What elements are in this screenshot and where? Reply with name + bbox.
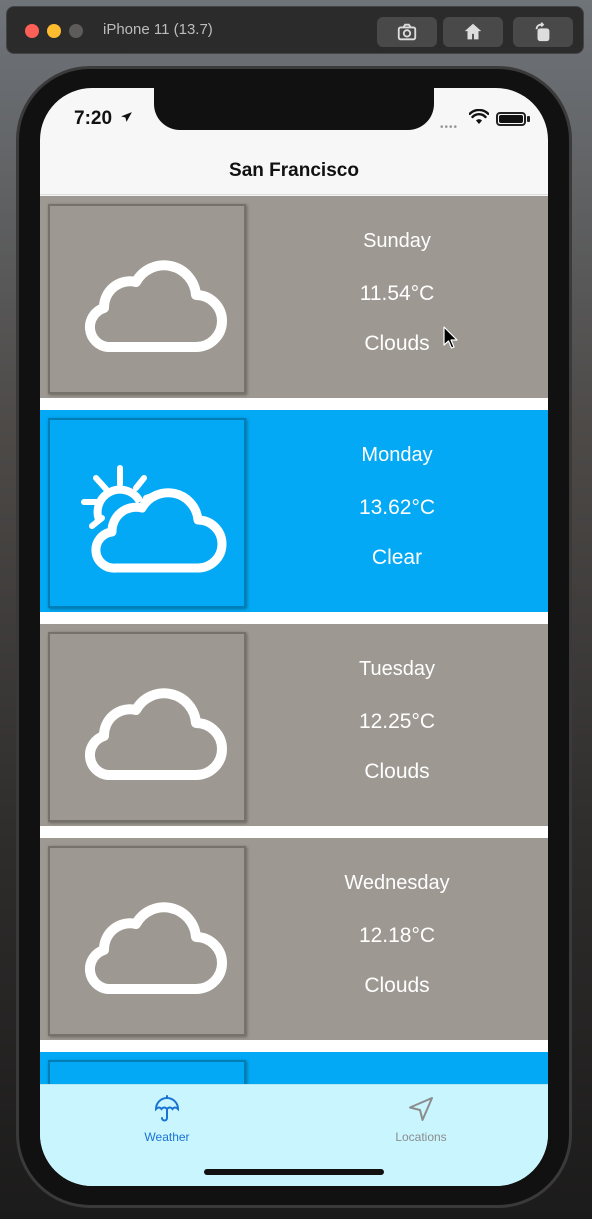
screenshot-button[interactable] [377, 17, 437, 47]
forecast-row-tuesday[interactable]: Tuesday 12.25°C Clouds [40, 624, 548, 826]
location-arrow-icon [409, 1097, 433, 1121]
notch [154, 88, 434, 130]
nav-divider [40, 194, 548, 195]
rotate-icon [535, 22, 550, 42]
cellular-signal-icon: •••• [440, 122, 459, 133]
forecast-day: Tuesday [359, 658, 435, 680]
zoom-window-button[interactable] [69, 24, 83, 38]
tab-locations-label: Locations [395, 1130, 447, 1144]
app-screen: 7:20 •••• San Francisco Sunday 11.54°C C… [40, 88, 548, 1186]
mouse-cursor-icon [443, 326, 458, 349]
forecast-row-monday[interactable]: Monday 13.62°C Clear [40, 410, 548, 612]
home-button[interactable] [443, 17, 503, 47]
forecast-temperature: 11.54°C [359, 282, 435, 305]
forecast-list[interactable]: Sunday 11.54°C Clouds Monday 13.62°C Cle… [40, 196, 548, 1084]
simulator-title-bar: iPhone 11 (13.7) [6, 6, 584, 54]
tab-weather[interactable]: Weather [112, 1095, 222, 1144]
weather-thumbnail [48, 418, 246, 608]
forecast-temperature: 12.18°C [358, 924, 436, 947]
cloud-icon [84, 688, 227, 780]
cloud-icon [84, 260, 227, 352]
battery-icon [496, 112, 526, 126]
weather-thumbnail [48, 632, 246, 822]
forecast-condition: Clear [371, 546, 423, 569]
wifi-icon [469, 109, 489, 124]
forecast-day: Monday [361, 444, 433, 466]
forecast-day: Wednesday [344, 872, 450, 894]
forecast-row-partial[interactable] [40, 1052, 548, 1084]
forecast-temperature: 12.25°C [358, 710, 436, 733]
forecast-condition: Clouds [364, 760, 430, 783]
minimize-window-button[interactable] [47, 24, 61, 38]
umbrella-icon [154, 1095, 180, 1122]
home-icon [464, 23, 482, 40]
sun-cloud-icon [81, 465, 227, 573]
page-title: San Francisco [229, 160, 359, 181]
weather-thumbnail [48, 1060, 246, 1084]
forecast-row-sunday[interactable]: Sunday 11.54°C Clouds [40, 196, 548, 398]
forecast-temperature: 13.62°C [358, 496, 436, 519]
location-arrow-icon [121, 112, 132, 122]
weather-thumbnail [48, 846, 246, 1036]
forecast-condition: Clouds [364, 332, 430, 355]
close-window-button[interactable] [25, 24, 39, 38]
tab-weather-label: Weather [144, 1130, 190, 1144]
rotate-button[interactable] [513, 17, 573, 47]
status-time: 7:20 [74, 108, 113, 129]
home-indicator[interactable] [204, 1169, 384, 1175]
forecast-day: Sunday [363, 230, 431, 252]
weather-thumbnail [48, 204, 246, 394]
cloud-icon [84, 902, 227, 994]
forecast-condition: Clouds [364, 974, 430, 997]
battery-nub [527, 116, 530, 122]
forecast-row-wednesday[interactable]: Wednesday 12.18°C Clouds [40, 838, 548, 1040]
simulator-title: iPhone 11 (13.7) [103, 21, 213, 38]
screenshot-icon [397, 23, 417, 41]
tab-locations[interactable]: Locations [366, 1095, 476, 1144]
